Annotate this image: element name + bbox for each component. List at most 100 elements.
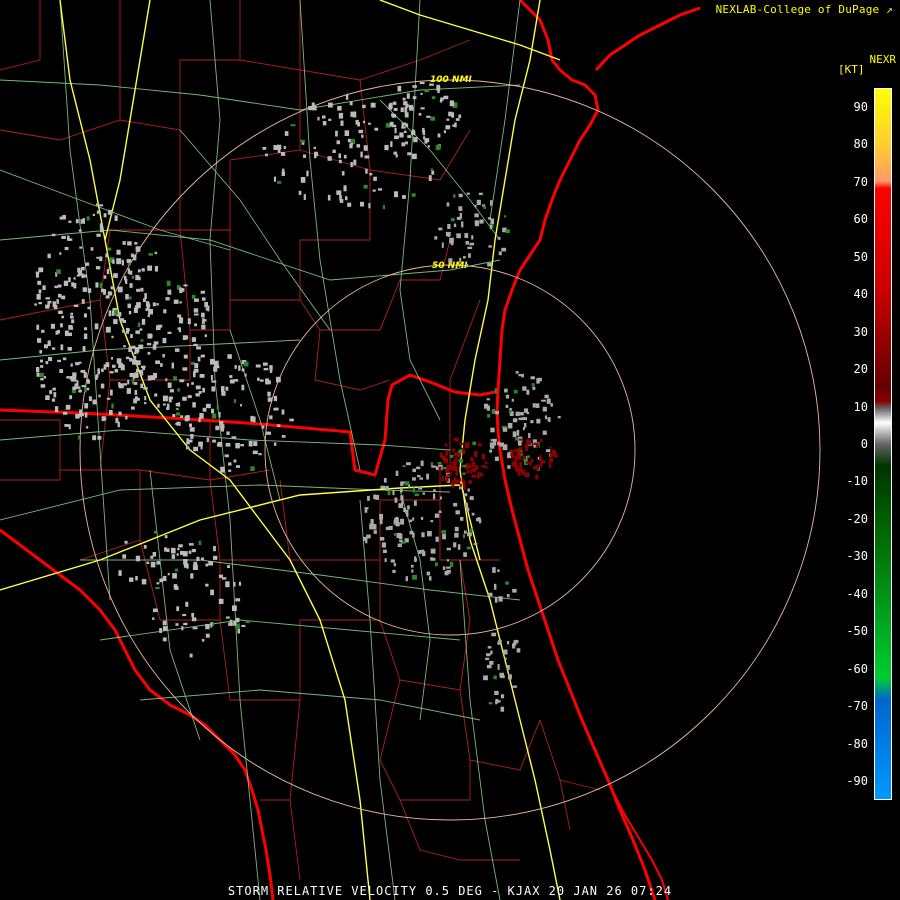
- echo-pixel: [484, 465, 488, 469]
- echo-pixel: [186, 563, 189, 569]
- echo-pixel: [40, 365, 44, 368]
- echo-pixel: [229, 619, 233, 623]
- echo-pixel: [101, 416, 106, 422]
- echo-pixel: [497, 569, 500, 572]
- echo-pixel: [260, 379, 264, 382]
- echo-pixel: [524, 408, 528, 413]
- echo-pixel: [420, 107, 425, 110]
- echo-pixel: [173, 376, 177, 381]
- echo-pixel: [64, 424, 68, 427]
- echo-pixel: [159, 578, 164, 583]
- echo-pixel: [540, 438, 543, 443]
- echo-pixel: [363, 536, 367, 541]
- echo-pixel: [414, 493, 419, 497]
- echo-pixel: [40, 359, 43, 363]
- echo-pixel: [300, 139, 305, 143]
- echo-pixel: [80, 219, 83, 224]
- echo-pixel: [390, 559, 395, 563]
- echo-pixel: [111, 357, 113, 360]
- echo-pixel: [175, 422, 178, 425]
- echo-pixel: [514, 449, 517, 452]
- echo-pixel: [313, 146, 316, 150]
- echo-pixel: [81, 299, 85, 304]
- echo-pixel: [145, 308, 148, 311]
- echo-pixel: [162, 620, 167, 626]
- echo-pixel: [58, 293, 62, 298]
- echo-pixel: [146, 303, 151, 308]
- echo-pixel: [421, 532, 425, 538]
- echo-pixel: [182, 367, 188, 371]
- echo-pixel: [197, 356, 201, 362]
- echo-pixel: [72, 386, 77, 390]
- echo-pixel: [277, 148, 281, 153]
- external-link-icon[interactable]: ↗: [886, 3, 893, 16]
- echo-pixel: [382, 549, 387, 553]
- echo-pixel: [129, 577, 134, 582]
- echo-pixel: [277, 181, 282, 184]
- echo-pixel: [206, 437, 209, 443]
- echo-pixel: [162, 337, 167, 344]
- echo-pixel: [68, 277, 71, 283]
- echo-pixel: [542, 430, 547, 435]
- echo-pixel: [303, 194, 306, 200]
- echo-pixel: [62, 215, 66, 220]
- echo-pixel: [199, 413, 204, 419]
- echo-pixel: [430, 520, 434, 523]
- echo-pixel: [88, 396, 92, 402]
- echo-pixel: [39, 350, 42, 354]
- echo-pixel: [162, 354, 165, 358]
- echo-pixel: [524, 472, 529, 477]
- echo-pixel: [518, 417, 524, 421]
- echo-pixel: [34, 303, 37, 306]
- echo-pixel: [345, 196, 348, 201]
- echo-pixel: [135, 246, 141, 252]
- echo-pixel: [453, 438, 458, 441]
- echo-pixel: [156, 582, 160, 585]
- echo-pixel: [281, 171, 285, 176]
- echo-pixel: [127, 379, 130, 385]
- echo-pixel: [167, 572, 170, 576]
- echo-pixel: [443, 130, 446, 134]
- echo-pixel: [394, 127, 397, 134]
- echo-pixel: [207, 305, 210, 312]
- echo-pixel: [149, 309, 153, 315]
- echo-pixel: [126, 388, 131, 394]
- echo-pixel: [544, 415, 547, 420]
- echo-pixel: [162, 395, 168, 402]
- echo-pixel: [71, 389, 76, 394]
- echo-pixel: [453, 223, 457, 227]
- echo-pixel: [98, 394, 101, 398]
- echo-pixel: [189, 653, 193, 658]
- echo-pixel: [328, 102, 333, 108]
- echo-pixel: [467, 532, 472, 537]
- echo-pixel: [405, 576, 408, 582]
- echo-pixel: [106, 397, 111, 400]
- echo-pixel: [298, 190, 302, 195]
- echo-pixel: [143, 545, 147, 549]
- echo-pixel: [451, 112, 455, 118]
- echo-pixel: [457, 544, 461, 550]
- echo-pixel: [92, 435, 97, 441]
- echo-pixel: [446, 465, 451, 470]
- legend-tick-label: 20: [853, 362, 868, 377]
- echo-pixel: [224, 454, 229, 458]
- echo-pixel: [61, 295, 66, 300]
- echo-pixel: [188, 543, 194, 546]
- echo-pixel: [463, 530, 467, 534]
- echo-pixel: [167, 331, 172, 334]
- echo-pixel: [453, 458, 459, 461]
- echo-pixel: [372, 189, 376, 192]
- echo-pixel: [105, 326, 111, 333]
- echo-pixel: [117, 286, 123, 293]
- echo-pixel: [123, 383, 127, 386]
- echo-pixel: [185, 601, 189, 607]
- echo-pixel: [437, 90, 440, 94]
- echo-pixel: [152, 344, 157, 350]
- echo-pixel: [404, 481, 410, 486]
- echo-pixel: [441, 475, 444, 481]
- echo-pixel: [397, 543, 402, 547]
- echo-pixel: [233, 399, 236, 404]
- echo-pixel: [81, 385, 87, 388]
- echo-pixel: [50, 323, 55, 329]
- echo-pixel: [497, 441, 500, 446]
